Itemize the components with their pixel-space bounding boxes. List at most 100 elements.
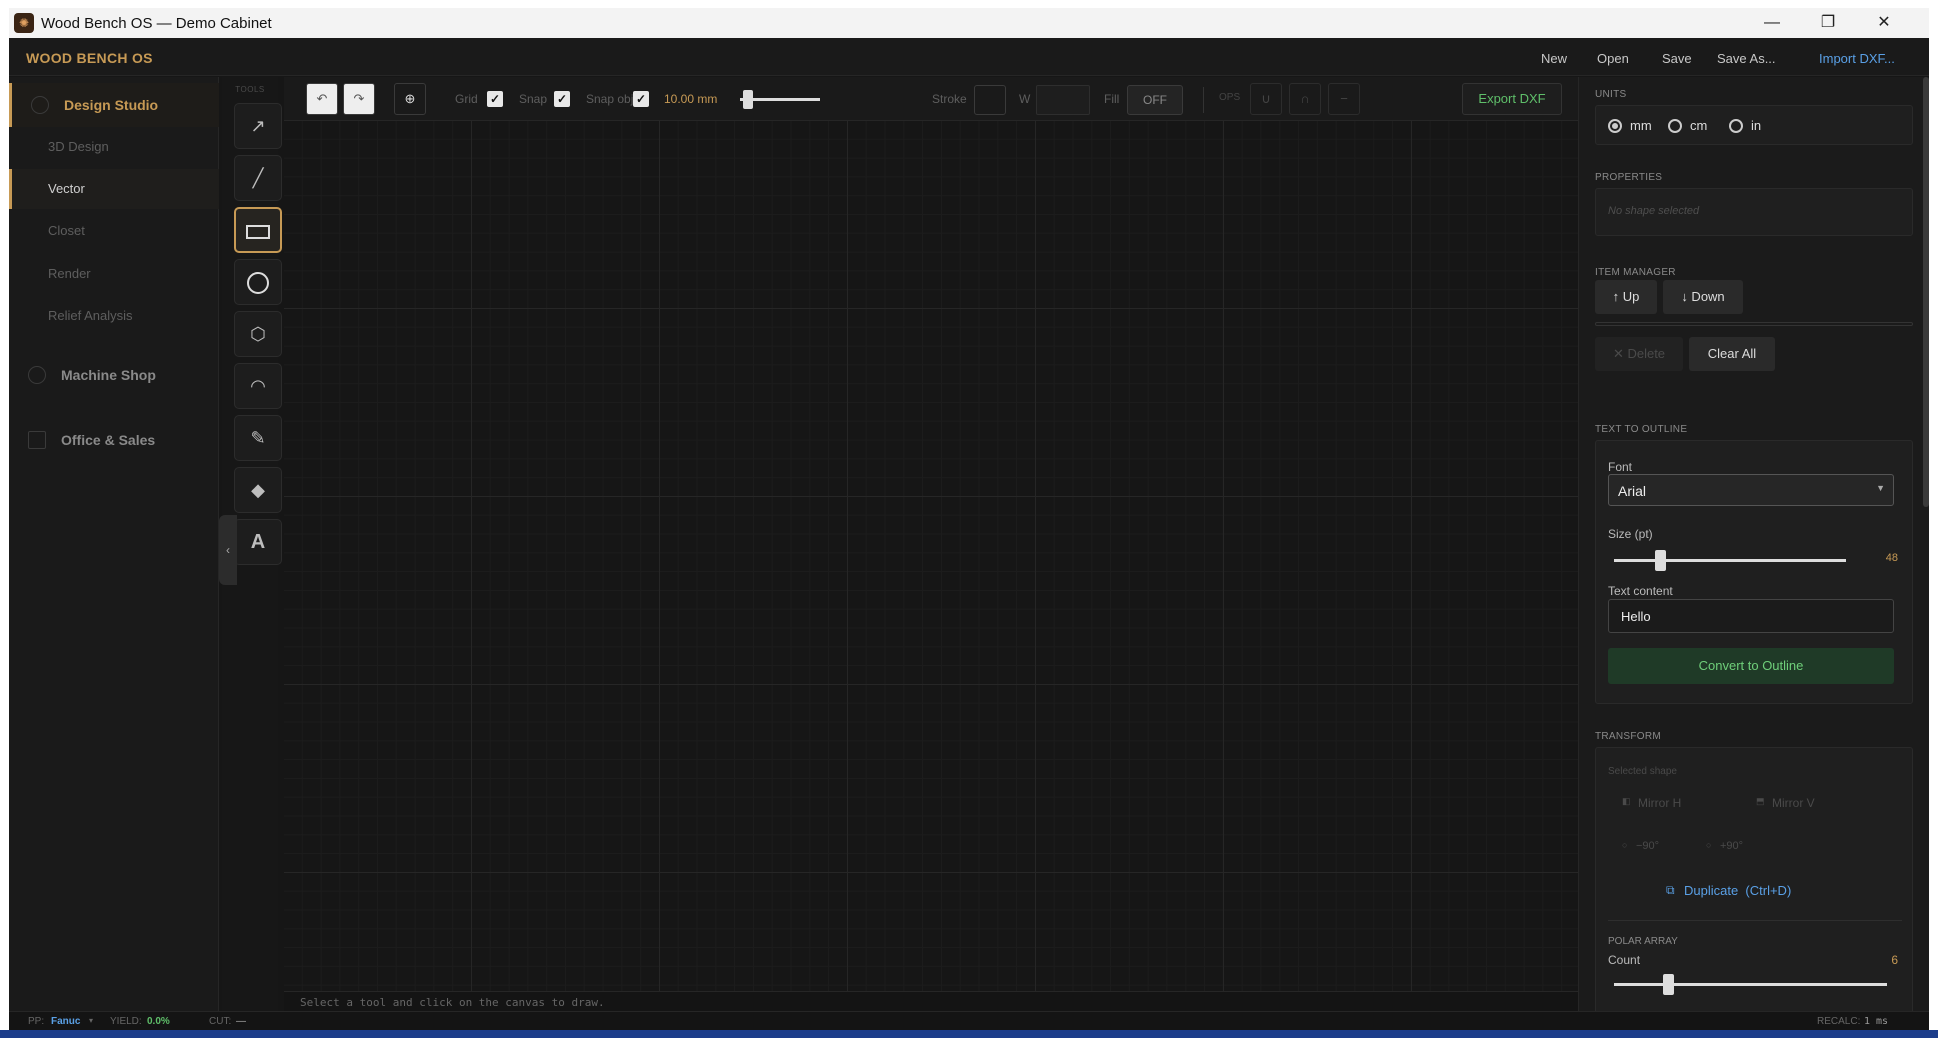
duplicate-icon: ⧉ [1666, 883, 1675, 897]
menu-import-dxf[interactable]: Import DXF... [1819, 51, 1895, 66]
brand-title: WOOD BENCH OS [26, 50, 153, 66]
menu-open[interactable]: Open [1597, 51, 1629, 66]
mirror-v-button[interactable]: ⬒ Mirror V [1756, 794, 1886, 814]
text-outline-heading: TEXT TO OUTLINE [1595, 424, 1688, 435]
transform-heading: TRANSFORM [1595, 731, 1662, 742]
drawing-canvas[interactable] [284, 121, 1578, 991]
union-button[interactable]: ∪ [1250, 83, 1282, 115]
font-select[interactable]: Arial ▼ [1608, 474, 1894, 506]
mirror-h-button[interactable]: ◧ Mirror H [1612, 794, 1742, 814]
font-size-slider[interactable] [1614, 550, 1846, 571]
line-icon[interactable]: ╱ [234, 155, 282, 201]
sidebar-item-render[interactable]: Render [9, 254, 219, 294]
sidebar-item-vector[interactable]: Vector [9, 169, 219, 209]
chevron-down-icon: ▼ [1876, 483, 1885, 493]
polar-count-value: 6 [1891, 953, 1898, 967]
pencil-icon[interactable]: ✎ [234, 415, 282, 461]
delete-button[interactable]: ✕ Delete [1595, 337, 1683, 371]
title-bar: ✺ Wood Bench OS — Demo Cabinet — ❐ ✕ [9, 8, 1929, 38]
undo-button[interactable]: ↶ [306, 83, 338, 115]
grid-checkbox[interactable]: ✓ [487, 91, 503, 107]
right-panel-scrollbar[interactable] [1923, 77, 1929, 507]
yield-value: 0.0% [147, 1016, 170, 1027]
unit-radio-cm[interactable] [1668, 119, 1682, 133]
grid-size-slider[interactable] [740, 90, 820, 109]
duplicate-label: Duplicate (Ctrl+D) [1684, 883, 1792, 898]
pp-value[interactable]: Fanuc [51, 1016, 80, 1027]
rotate-ccw-icon: ○ [1622, 840, 1628, 850]
unit-label-mm: mm [1630, 118, 1652, 133]
sidebar-section-office-sales[interactable]: Office & Sales [9, 418, 219, 462]
sidebar-section-design-studio[interactable]: Design Studio [9, 83, 219, 127]
gear-icon [28, 366, 46, 384]
snap-obj-checkbox[interactable]: ✓ [633, 91, 649, 107]
rectangle-icon[interactable] [234, 207, 282, 253]
convert-to-outline-button[interactable]: Convert to Outline [1608, 648, 1894, 684]
arc-icon[interactable]: ◠ [234, 363, 282, 409]
sidebar-item-label: Render [48, 266, 91, 281]
grid-label: Grid [455, 92, 478, 106]
fill-toggle[interactable]: OFF [1127, 85, 1183, 115]
export-dxf-button[interactable]: Export DXF [1462, 83, 1562, 115]
move-up-button[interactable]: ↑ Up [1595, 280, 1657, 314]
units-heading: UNITS [1595, 89, 1627, 100]
grid-size-value: 10.00 mm [664, 92, 718, 106]
rotate-cw-button[interactable]: ○ +90° [1706, 838, 1786, 858]
right-panel: UNITS mm cm in PROPERTIES No shape selec… [1578, 77, 1929, 1011]
duplicate-button[interactable]: ⧉ Duplicate (Ctrl+D) [1666, 880, 1846, 904]
close-button[interactable]: ✕ [1861, 8, 1907, 38]
window-title: Wood Bench OS — Demo Cabinet [41, 15, 272, 32]
tools-label: TOOLS [235, 85, 265, 94]
properties-card: No shape selected [1595, 188, 1913, 236]
sidebar-item-closet[interactable]: Closet [9, 211, 219, 251]
pp-label: PP: [28, 1016, 45, 1027]
stroke-color-swatch[interactable] [974, 85, 1006, 115]
recalc-label: RECALC: [1817, 1016, 1861, 1027]
menu-new[interactable]: New [1541, 51, 1567, 66]
sidebar-section-machine-shop[interactable]: Machine Shop [9, 353, 219, 397]
circle-icon[interactable] [234, 259, 282, 305]
stroke-width-input[interactable] [1036, 85, 1090, 115]
grid-size-slider-thumb[interactable] [743, 90, 753, 109]
minimize-button[interactable]: — [1749, 8, 1795, 38]
font-size-value: 48 [1885, 552, 1898, 564]
snap-checkbox[interactable]: ✓ [554, 91, 570, 107]
ops-label: OPS [1219, 92, 1241, 103]
menu-save[interactable]: Save [1662, 51, 1692, 66]
sidebar-item-label: Relief Analysis [48, 308, 133, 323]
restore-button[interactable]: ❐ [1805, 8, 1851, 38]
status-bar: PP: Fanuc ▾ YIELD: 0.0% CUT: — RECALC: 1… [9, 1011, 1929, 1030]
node-icon[interactable]: ◆ [234, 467, 282, 513]
sidebar-section-label: Office & Sales [61, 432, 156, 448]
sidebar: Design Studio 3D Design Vector Closet Re… [9, 77, 219, 1011]
item-list[interactable] [1595, 322, 1913, 326]
collapse-sidebar-button[interactable]: ‹ [219, 515, 237, 585]
polygon-icon[interactable]: ⬡ [234, 311, 282, 357]
redo-button[interactable]: ↷ [343, 83, 375, 115]
rotate-ccw-button[interactable]: ○ −90° [1612, 838, 1692, 858]
selected-shape-label: Selected shape [1608, 766, 1677, 777]
move-down-button[interactable]: ↓ Down [1663, 280, 1743, 314]
intersect-button[interactable]: ∩ [1289, 83, 1321, 115]
select-arrow-icon[interactable]: ↗ [234, 103, 282, 149]
sidebar-item-3d-design[interactable]: 3D Design [9, 127, 219, 167]
sidebar-section-label: Machine Shop [61, 367, 156, 383]
font-size-slider-thumb[interactable] [1654, 550, 1666, 571]
font-select-value: Arial [1618, 483, 1647, 499]
properties-empty-text: No shape selected [1608, 205, 1700, 217]
polar-count-slider-thumb[interactable] [1663, 974, 1675, 995]
polar-count-label: Count [1608, 953, 1641, 967]
text-content-input[interactable]: Hello [1608, 599, 1894, 633]
pp-dropdown-icon[interactable]: ▾ [89, 1016, 93, 1025]
polar-count-slider[interactable] [1614, 974, 1887, 995]
sidebar-item-relief-analysis[interactable]: Relief Analysis [9, 296, 219, 336]
text-icon[interactable]: A [234, 519, 282, 565]
menu-save-as[interactable]: Save As... [1717, 51, 1776, 66]
unit-radio-mm[interactable] [1608, 119, 1622, 133]
subtract-button[interactable]: − [1328, 83, 1360, 115]
unit-label-cm: cm [1690, 118, 1708, 133]
clear-all-button[interactable]: Clear All [1689, 337, 1775, 371]
center-view-button[interactable]: ⊕ [394, 83, 426, 115]
unit-radio-in[interactable] [1729, 119, 1743, 133]
text-outline-card: Font Arial ▼ Size (pt) 48 Text content H… [1595, 440, 1913, 704]
